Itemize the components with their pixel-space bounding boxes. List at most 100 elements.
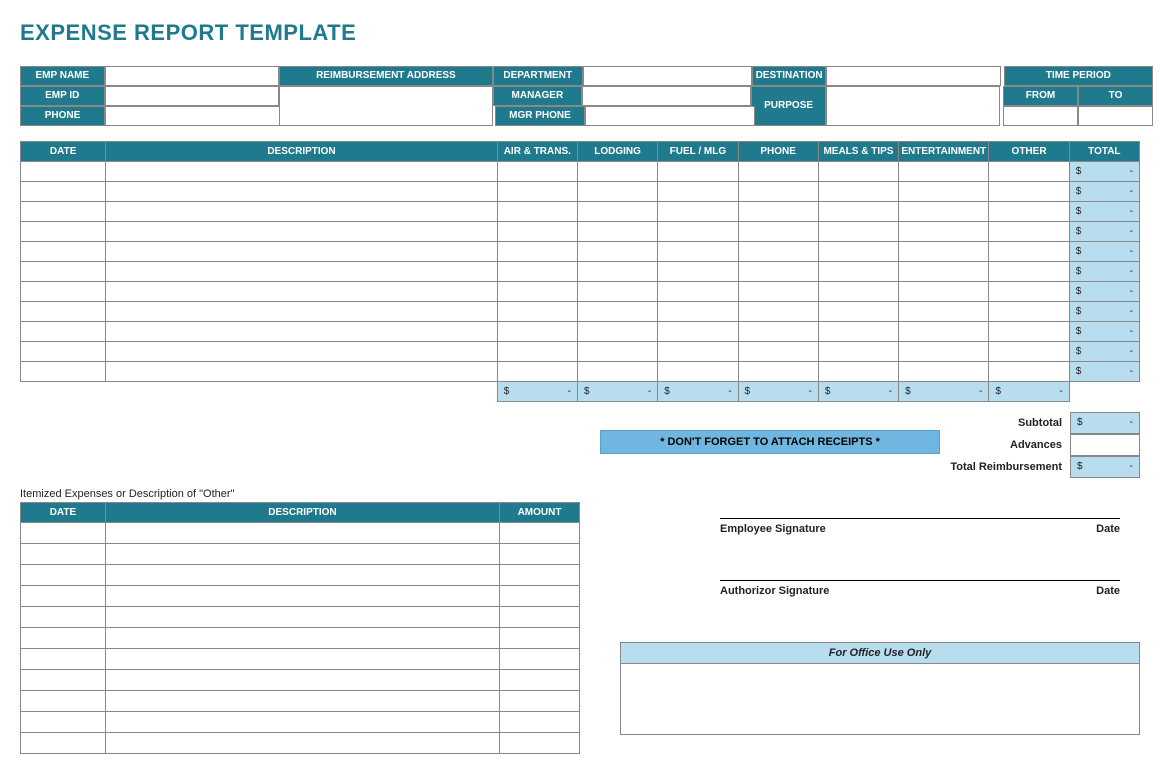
cell[interactable]: [21, 202, 106, 222]
cell[interactable]: [577, 302, 657, 322]
cell[interactable]: [497, 282, 577, 302]
cell[interactable]: [899, 182, 989, 202]
cell[interactable]: [818, 262, 898, 282]
value-advances[interactable]: [1070, 434, 1140, 456]
cell[interactable]: [658, 262, 738, 282]
cell[interactable]: [738, 242, 818, 262]
cell[interactable]: [899, 362, 989, 382]
cell[interactable]: [106, 302, 497, 322]
cell[interactable]: [497, 262, 577, 282]
cell[interactable]: [500, 733, 580, 754]
cell[interactable]: [899, 222, 989, 242]
cell[interactable]: [989, 302, 1069, 322]
cell[interactable]: [21, 242, 106, 262]
cell[interactable]: [989, 202, 1069, 222]
cell[interactable]: [658, 222, 738, 242]
cell[interactable]: [899, 262, 989, 282]
cell[interactable]: [738, 182, 818, 202]
cell[interactable]: [21, 322, 106, 342]
cell[interactable]: [658, 362, 738, 382]
input-from[interactable]: [1003, 106, 1078, 126]
cell[interactable]: [577, 262, 657, 282]
cell[interactable]: [577, 322, 657, 342]
cell[interactable]: [105, 565, 499, 586]
cell[interactable]: [989, 162, 1069, 182]
cell[interactable]: [497, 242, 577, 262]
cell[interactable]: [497, 342, 577, 362]
cell[interactable]: [818, 182, 898, 202]
cell[interactable]: [21, 282, 106, 302]
cell[interactable]: [899, 282, 989, 302]
cell[interactable]: [899, 162, 989, 182]
cell[interactable]: [658, 182, 738, 202]
cell[interactable]: [577, 182, 657, 202]
cell[interactable]: [658, 342, 738, 362]
input-mgr-phone[interactable]: [585, 106, 755, 126]
cell[interactable]: [818, 202, 898, 222]
cell[interactable]: [105, 607, 499, 628]
cell[interactable]: [497, 362, 577, 382]
cell[interactable]: [738, 322, 818, 342]
cell[interactable]: [21, 586, 106, 607]
cell[interactable]: [21, 222, 106, 242]
cell[interactable]: [577, 222, 657, 242]
cell[interactable]: [658, 322, 738, 342]
cell[interactable]: [577, 162, 657, 182]
cell[interactable]: [105, 586, 499, 607]
cell[interactable]: [738, 262, 818, 282]
cell[interactable]: [989, 182, 1069, 202]
cell[interactable]: [21, 162, 106, 182]
cell[interactable]: [577, 362, 657, 382]
cell[interactable]: [21, 712, 106, 733]
cell[interactable]: [21, 628, 106, 649]
cell[interactable]: [500, 691, 580, 712]
cell[interactable]: [105, 544, 499, 565]
cell[interactable]: [105, 628, 499, 649]
cell[interactable]: [21, 544, 106, 565]
cell[interactable]: [738, 222, 818, 242]
cell[interactable]: [497, 322, 577, 342]
cell[interactable]: [818, 282, 898, 302]
cell[interactable]: [21, 342, 106, 362]
cell[interactable]: [658, 302, 738, 322]
cell[interactable]: [106, 282, 497, 302]
cell[interactable]: [500, 544, 580, 565]
cell[interactable]: [21, 565, 106, 586]
input-department[interactable]: [583, 66, 752, 86]
cell[interactable]: [21, 523, 106, 544]
input-destination[interactable]: [826, 66, 1000, 86]
input-manager[interactable]: [582, 86, 751, 106]
cell[interactable]: [818, 322, 898, 342]
cell[interactable]: [106, 162, 497, 182]
cell[interactable]: [105, 670, 499, 691]
cell[interactable]: [497, 202, 577, 222]
cell[interactable]: [738, 362, 818, 382]
cell[interactable]: [21, 362, 106, 382]
cell[interactable]: [105, 649, 499, 670]
cell[interactable]: [21, 670, 106, 691]
cell[interactable]: [106, 242, 497, 262]
cell[interactable]: [106, 322, 497, 342]
cell[interactable]: [105, 523, 499, 544]
cell[interactable]: [818, 362, 898, 382]
cell[interactable]: [500, 607, 580, 628]
cell[interactable]: [738, 282, 818, 302]
cell[interactable]: [899, 322, 989, 342]
cell[interactable]: [497, 302, 577, 322]
cell[interactable]: [106, 182, 497, 202]
cell[interactable]: [21, 733, 106, 754]
cell[interactable]: [818, 242, 898, 262]
input-phone[interactable]: [105, 106, 280, 126]
cell[interactable]: [21, 607, 106, 628]
input-to[interactable]: [1078, 106, 1153, 126]
cell[interactable]: [577, 202, 657, 222]
cell[interactable]: [500, 670, 580, 691]
cell[interactable]: [658, 282, 738, 302]
cell[interactable]: [500, 628, 580, 649]
cell[interactable]: [105, 733, 499, 754]
cell[interactable]: [106, 202, 497, 222]
cell[interactable]: [989, 222, 1069, 242]
cell[interactable]: [989, 282, 1069, 302]
cell[interactable]: [500, 523, 580, 544]
cell[interactable]: [497, 222, 577, 242]
